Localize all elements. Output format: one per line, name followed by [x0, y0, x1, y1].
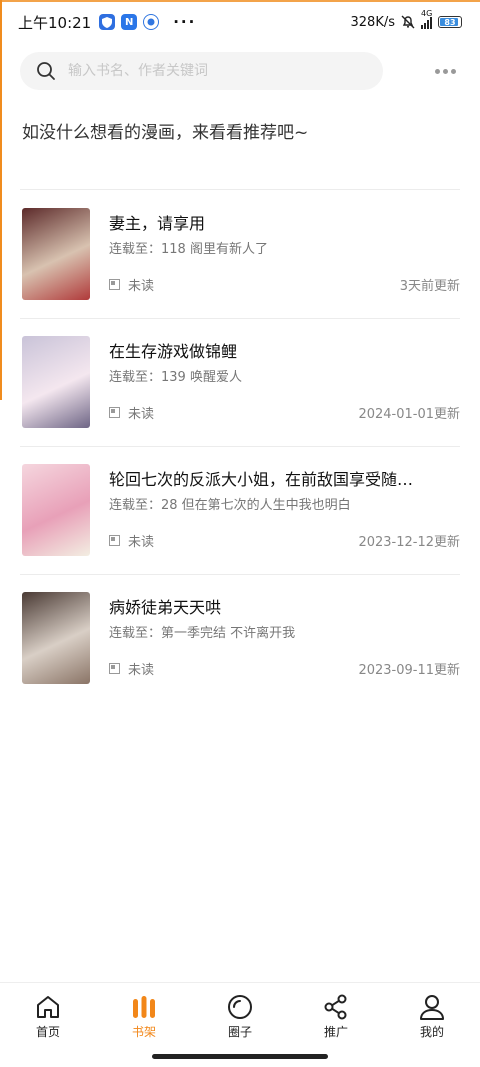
tab-circle[interactable]: 圈子 — [192, 983, 288, 1046]
bookshelf-icon — [133, 996, 155, 1018]
tab-bookshelf[interactable]: 书架 — [96, 983, 192, 1046]
update-time: 2023-12-12更新 — [358, 535, 460, 550]
read-status-label: 未读 — [128, 663, 155, 678]
bottom-tab-bar: 首页 书架 圈子 推广 我的 — [0, 982, 480, 1046]
battery-icon: 83 — [438, 16, 462, 28]
read-status-label: 未读 — [128, 535, 155, 550]
mute-bell-icon — [401, 15, 415, 29]
comic-progress: 连载至：28 但在第七次的人生中我也明白 — [109, 498, 351, 513]
home-icon — [37, 996, 59, 1018]
shield-app-icon — [99, 14, 116, 30]
home-indicator[interactable] — [152, 1054, 328, 1059]
left-edge-accent — [0, 0, 2, 400]
comic-cover[interactable] — [22, 336, 90, 428]
read-status-icon — [109, 407, 120, 418]
read-status-icon — [109, 279, 120, 290]
comic-cover[interactable] — [22, 592, 90, 684]
comic-cover[interactable] — [22, 208, 90, 300]
tab-mine[interactable]: 我的 — [384, 983, 480, 1046]
comic-progress: 连载至：139 唤醒爱人 — [109, 370, 242, 385]
search-row — [20, 52, 460, 90]
network-speed: 328K/s — [350, 14, 396, 30]
battery-level: 83 — [444, 17, 456, 27]
comic-title: 轮回七次的反派大小姐，在前敌国享受随… — [109, 470, 414, 489]
status-time: 上午10:21 — [18, 13, 92, 32]
update-time: 3天前更新 — [399, 279, 460, 294]
signal-icon: 4G — [421, 9, 432, 29]
chat-app-icon — [143, 14, 160, 30]
shelf-item[interactable]: 轮回七次的反派大小姐，在前敌国享受随… 连载至：28 但在第七次的人生中我也明白… — [20, 462, 460, 558]
read-status-icon — [109, 663, 120, 674]
divider — [20, 446, 460, 447]
divider — [20, 574, 460, 575]
status-bar: 上午10:21 N ··· 328K/s 4G 83 — [0, 0, 480, 44]
comic-cover[interactable] — [22, 464, 90, 556]
more-options-icon[interactable] — [430, 56, 460, 86]
status-more-icon: ··· — [173, 13, 197, 31]
search-box[interactable] — [20, 52, 383, 90]
n-app-icon: N — [121, 14, 138, 30]
network-type: 4G — [421, 9, 433, 18]
comic-title: 病娇徒弟天天哄 — [109, 598, 222, 617]
read-status: 未读 — [109, 403, 154, 422]
shelf-item[interactable]: 妻主，请享用 连载至：118 阁里有新人了 未读 3天前更新 — [20, 206, 460, 302]
share-icon — [324, 994, 347, 1020]
circle-icon — [228, 995, 252, 1019]
tab-label: 推广 — [323, 1025, 348, 1039]
update-time: 2024-01-01更新 — [358, 407, 460, 422]
divider — [20, 189, 460, 190]
comic-title: 妻主，请享用 — [109, 214, 206, 233]
comic-progress: 连载至：118 阁里有新人了 — [109, 242, 268, 257]
tab-label: 首页 — [35, 1025, 60, 1039]
read-status-label: 未读 — [128, 279, 155, 294]
tab-home[interactable]: 首页 — [0, 983, 96, 1046]
read-status-icon — [109, 535, 120, 546]
read-status-label: 未读 — [128, 407, 155, 422]
tab-label: 圈子 — [227, 1025, 252, 1039]
tab-label: 书架 — [131, 1025, 156, 1039]
search-icon — [37, 62, 55, 80]
read-status: 未读 — [109, 531, 154, 550]
recommend-tip[interactable]: 如没什么想看的漫画，来看看推荐吧~ — [22, 118, 308, 143]
status-right: 328K/s 4G 83 — [350, 9, 462, 30]
read-status: 未读 — [109, 659, 154, 678]
comic-progress: 连载至：第一季完结 不许离开我 — [109, 626, 296, 641]
divider — [20, 318, 460, 319]
update-time: 2023-09-11更新 — [358, 663, 460, 678]
search-input[interactable] — [68, 63, 348, 79]
user-icon — [420, 995, 444, 1020]
read-status: 未读 — [109, 275, 154, 294]
comic-title: 在生存游戏做锦鲤 — [109, 342, 238, 361]
tab-promote[interactable]: 推广 — [288, 983, 384, 1046]
shelf-item[interactable]: 在生存游戏做锦鲤 连载至：139 唤醒爱人 未读 2024-01-01更新 — [20, 334, 460, 430]
tab-label: 我的 — [419, 1025, 444, 1039]
shelf-item[interactable]: 病娇徒弟天天哄 连载至：第一季完结 不许离开我 未读 2023-09-11更新 — [20, 590, 460, 686]
